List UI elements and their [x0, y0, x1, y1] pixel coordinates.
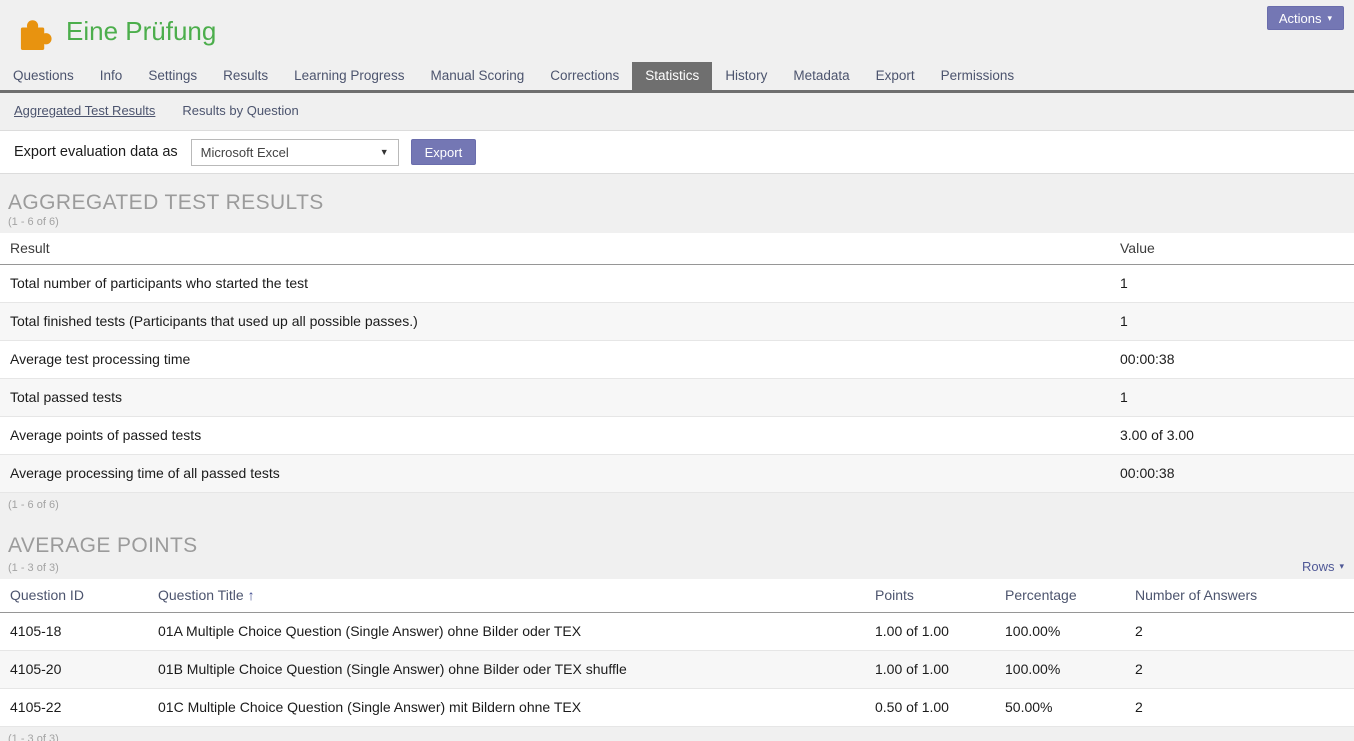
percentage-cell: 100.00% [995, 613, 1125, 650]
column-header-value: Value [1110, 233, 1354, 264]
tab-info[interactable]: Info [87, 62, 136, 90]
table-row: 4105-22 01C Multiple Choice Question (Si… [0, 689, 1354, 727]
tab-statistics[interactable]: Statistics [632, 62, 712, 90]
result-cell: Average processing time of all passed te… [0, 455, 1110, 492]
table-row: Total passed tests 1 [0, 379, 1354, 417]
column-header-percentage[interactable]: Percentage [1005, 587, 1077, 603]
table-row: Average processing time of all passed te… [0, 455, 1354, 493]
sort-ascending-icon: ↑ [248, 587, 255, 603]
aggregated-test-results-section: AGGREGATED TEST RESULTS (1 - 6 of 6) Res… [0, 191, 1354, 517]
tab-history[interactable]: History [712, 62, 780, 90]
page-title: Eine Prüfung [66, 16, 216, 47]
average-points-section: AVERAGE POINTS (1 - 3 of 3) Rows ▾ Quest… [0, 534, 1354, 741]
question-id-cell: 4105-22 [0, 689, 148, 726]
export-label: Export evaluation data as [14, 144, 178, 160]
question-id-cell: 4105-18 [0, 613, 148, 650]
tab-bar: Questions Info Settings Results Learning… [0, 62, 1354, 93]
points-cell: 1.00 of 1.00 [865, 651, 995, 688]
actions-button-label: Actions [1279, 11, 1322, 26]
table-header-row: Result Value [0, 233, 1354, 265]
answers-cell: 2 [1125, 689, 1354, 726]
tab-results[interactable]: Results [210, 62, 281, 90]
tab-settings[interactable]: Settings [135, 62, 210, 90]
select-arrow-icon: ▼ [380, 148, 389, 157]
points-cell: 0.50 of 1.00 [865, 689, 995, 726]
value-cell: 3.00 of 3.00 [1110, 417, 1354, 454]
column-header-question-title[interactable]: Question Title [158, 587, 244, 603]
column-header-number-of-answers[interactable]: Number of Answers [1135, 587, 1257, 603]
column-header-question-id[interactable]: Question ID [10, 587, 84, 603]
tab-learning-progress[interactable]: Learning Progress [281, 62, 417, 90]
aggregated-results-title: AGGREGATED TEST RESULTS [8, 191, 1354, 215]
export-format-selected: Microsoft Excel [201, 145, 289, 160]
puzzle-icon [14, 12, 52, 50]
table-row: 4105-18 01A Multiple Choice Question (Si… [0, 613, 1354, 651]
chevron-down-icon: ▾ [1339, 562, 1344, 571]
value-cell: 00:00:38 [1110, 455, 1354, 492]
result-cell: Total passed tests [0, 379, 1110, 416]
question-title-cell: 01A Multiple Choice Question (Single Ans… [148, 613, 865, 650]
average-points-table: Question ID Question Title↑ Points Perce… [0, 579, 1354, 727]
chevron-down-icon: ▾ [1327, 14, 1332, 23]
column-header-points[interactable]: Points [875, 587, 914, 603]
tab-export[interactable]: Export [863, 62, 928, 90]
question-title-cell: 01B Multiple Choice Question (Single Ans… [148, 651, 865, 688]
subtab-aggregated-test-results[interactable]: Aggregated Test Results [14, 103, 155, 118]
value-cell: 1 [1110, 265, 1354, 302]
value-cell: 00:00:38 [1110, 341, 1354, 378]
answers-cell: 2 [1125, 651, 1354, 688]
percentage-cell: 50.00% [995, 689, 1125, 726]
result-cell: Average test processing time [0, 341, 1110, 378]
percentage-cell: 100.00% [995, 651, 1125, 688]
tab-permissions[interactable]: Permissions [928, 62, 1028, 90]
table-row: Average test processing time 00:00:38 [0, 341, 1354, 379]
table-row: Total finished tests (Participants that … [0, 303, 1354, 341]
table-row: Average points of passed tests 3.00 of 3… [0, 417, 1354, 455]
actions-button[interactable]: Actions ▾ [1267, 6, 1344, 30]
rows-dropdown-label: Rows [1302, 559, 1335, 574]
value-cell: 1 [1110, 379, 1354, 416]
table-row: Total number of participants who started… [0, 265, 1354, 303]
result-cell: Total number of participants who started… [0, 265, 1110, 302]
question-id-cell: 4105-20 [0, 651, 148, 688]
column-header-result: Result [0, 233, 1110, 264]
subtab-bar: Aggregated Test Results Results by Quest… [0, 93, 1354, 128]
subtab-results-by-question[interactable]: Results by Question [182, 103, 298, 118]
question-title-cell: 01C Multiple Choice Question (Single Ans… [148, 689, 865, 726]
average-points-title: AVERAGE POINTS [8, 534, 1354, 558]
title-bar: Eine Prüfung Actions ▾ [0, 0, 1354, 62]
value-cell: 1 [1110, 303, 1354, 340]
aggregated-results-range-bottom: (1 - 6 of 6) [0, 493, 1354, 517]
export-toolbar: Export evaluation data as Microsoft Exce… [0, 130, 1354, 174]
table-row: 4105-20 01B Multiple Choice Question (Si… [0, 651, 1354, 689]
points-cell: 1.00 of 1.00 [865, 613, 995, 650]
answers-cell: 2 [1125, 613, 1354, 650]
tab-metadata[interactable]: Metadata [780, 62, 862, 90]
rows-dropdown[interactable]: Rows ▾ [1302, 559, 1344, 574]
aggregated-results-table: Result Value Total number of participant… [0, 233, 1354, 493]
result-cell: Total finished tests (Participants that … [0, 303, 1110, 340]
tab-manual-scoring[interactable]: Manual Scoring [417, 62, 537, 90]
tab-corrections[interactable]: Corrections [537, 62, 632, 90]
result-cell: Average points of passed tests [0, 417, 1110, 454]
export-format-select[interactable]: Microsoft Excel ▼ [191, 139, 399, 166]
average-points-range-row: (1 - 3 of 3) Rows ▾ [0, 559, 1354, 579]
average-points-range-top: (1 - 3 of 3) [8, 562, 59, 574]
tab-questions[interactable]: Questions [0, 62, 87, 90]
average-points-range-bottom: (1 - 3 of 3) [0, 727, 1354, 741]
aggregated-results-range-top: (1 - 6 of 6) [8, 216, 1354, 228]
table-header-row: Question ID Question Title↑ Points Perce… [0, 579, 1354, 613]
export-button[interactable]: Export [411, 139, 477, 165]
